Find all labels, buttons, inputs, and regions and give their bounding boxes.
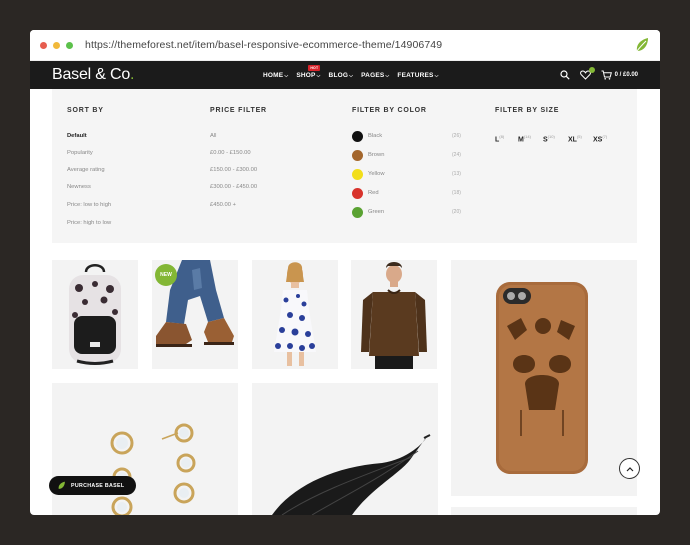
product-next-row[interactable]	[451, 507, 637, 515]
search-icon[interactable]	[560, 70, 570, 80]
size-option-s[interactable]: S(10)	[543, 134, 555, 143]
price-filter-title: PRICE FILTER	[210, 107, 267, 114]
sort-option-rating[interactable]: Average rating	[67, 167, 105, 173]
chevron-down-icon: ⌵	[316, 72, 321, 79]
purchase-basel-button[interactable]: PURCHASE BASEL	[49, 476, 136, 495]
scroll-to-top-button[interactable]	[619, 458, 640, 479]
size-option-xl[interactable]: XL(5)	[568, 134, 582, 143]
menu-item-home[interactable]: HOME⌵	[263, 72, 288, 79]
menu-label: HOME	[263, 71, 284, 79]
sort-option-price-low[interactable]: Price: low to high	[67, 202, 111, 208]
menu-label: FEATURES	[397, 71, 434, 79]
envato-leaf-icon	[636, 38, 648, 52]
close-dot-icon[interactable]	[40, 41, 47, 49]
backpack-image	[52, 260, 138, 369]
logo-text: Basel & Co	[52, 66, 131, 83]
hot-badge: HOT	[308, 64, 321, 71]
cart-icon[interactable]: 0 / £0.00	[601, 70, 638, 80]
size-option-m[interactable]: M(14)	[518, 134, 531, 143]
earrings-image	[52, 383, 238, 515]
color-option-label[interactable]: Brown	[368, 152, 384, 158]
dress-image	[252, 260, 338, 369]
size-filter-title: FILTER BY SIZE	[495, 107, 560, 114]
address-bar[interactable]: https://themeforest.net/item/basel-respo…	[85, 39, 442, 51]
size-option-xs[interactable]: XS(7)	[593, 134, 607, 143]
minimize-dot-icon[interactable]	[53, 41, 60, 49]
color-option-label[interactable]: Yellow	[368, 171, 385, 177]
phone-case-image	[451, 260, 637, 496]
size-count: (10)	[547, 134, 555, 139]
price-option[interactable]: £150.00 - £300.00	[210, 167, 257, 173]
color-swatch-brown[interactable]	[352, 150, 363, 161]
header-actions: 0 / £0.00	[550, 61, 638, 89]
chevron-down-icon: ⌵	[434, 72, 439, 79]
purchase-label: PURCHASE BASEL	[71, 482, 125, 489]
main-menu: HOME⌵ HOT SHOP⌵ BLOG⌵ PAGES⌵ FEATURES⌵	[263, 61, 447, 89]
price-option[interactable]: £450.00 +	[210, 202, 236, 208]
menu-item-features[interactable]: FEATURES⌵	[397, 72, 438, 79]
site-header: Basel & Co. HOME⌵ HOT SHOP⌵ BLOG⌵ PAGES⌵ …	[30, 61, 660, 89]
menu-label: BLOG	[328, 71, 349, 79]
color-swatch-red[interactable]	[352, 188, 363, 199]
sort-option-price-high[interactable]: Price: high to low	[67, 220, 111, 226]
menu-label: SHOP	[296, 71, 316, 79]
color-filter-title: FILTER BY COLOR	[352, 107, 427, 114]
color-swatch-black[interactable]	[352, 131, 363, 142]
color-count: (20)	[452, 209, 461, 215]
logo-dot: .	[130, 66, 135, 83]
color-count: (24)	[452, 152, 461, 158]
browser-chrome: https://themeforest.net/item/basel-respo…	[30, 30, 660, 61]
chevron-down-icon: ⌵	[349, 72, 354, 79]
maximize-dot-icon[interactable]	[66, 41, 73, 49]
sort-by-title: SORT BY	[67, 107, 104, 114]
cart-total[interactable]: 0 / £0.00	[615, 72, 638, 78]
product-wooden-phone-case[interactable]	[451, 260, 637, 496]
chevron-down-icon: ⌵	[385, 72, 390, 79]
size-count: (5)	[576, 134, 582, 139]
size-count: (14)	[523, 134, 531, 139]
sort-option-default[interactable]: Default	[67, 133, 87, 139]
color-option-label[interactable]: Red	[368, 190, 379, 196]
size-option-l[interactable]: L(8)	[495, 134, 504, 143]
chevron-down-icon: ⌵	[284, 72, 289, 79]
sort-option-popularity[interactable]: Popularity	[67, 150, 93, 156]
umbrella-image	[252, 383, 438, 515]
product-crystal-earrings[interactable]	[52, 383, 238, 515]
color-count: (26)	[452, 133, 461, 139]
product-backpack[interactable]	[52, 260, 138, 369]
new-badge: NEW	[155, 264, 177, 286]
color-swatch-yellow[interactable]	[352, 169, 363, 180]
product-brown-sweater[interactable]	[351, 260, 437, 369]
wishlist-count-badge	[588, 67, 595, 73]
sweater-image	[351, 260, 437, 369]
color-option-label[interactable]: Green	[368, 209, 384, 215]
size-label: XL	[568, 136, 577, 144]
menu-item-shop[interactable]: HOT SHOP⌵	[296, 64, 321, 79]
color-count: (18)	[452, 190, 461, 196]
size-count: (8)	[499, 134, 505, 139]
site-logo[interactable]: Basel & Co.	[52, 66, 135, 84]
sort-option-newness[interactable]: Newness	[67, 184, 91, 190]
price-option-all[interactable]: All	[210, 133, 216, 139]
color-swatch-green[interactable]	[352, 207, 363, 218]
menu-item-pages[interactable]: PAGES⌵	[361, 72, 389, 79]
color-count: (13)	[452, 171, 461, 177]
product-floral-dress[interactable]	[252, 260, 338, 369]
color-option-label[interactable]: Black	[368, 133, 382, 139]
size-count: (7)	[602, 134, 608, 139]
price-option[interactable]: £300.00 - £450.00	[210, 184, 257, 190]
menu-label: PAGES	[361, 71, 385, 79]
size-label: XS	[593, 136, 603, 144]
filters-panel: SORT BY Default Popularity Average ratin…	[52, 89, 637, 243]
chevron-up-icon	[626, 466, 633, 471]
browser-window: https://themeforest.net/item/basel-respo…	[30, 30, 660, 515]
envato-leaf-icon	[58, 481, 65, 489]
heart-icon[interactable]	[579, 67, 595, 80]
menu-item-blog[interactable]: BLOG⌵	[329, 72, 354, 79]
price-option[interactable]: £0.00 - £150.00	[210, 150, 251, 156]
product-brown-shoes[interactable]: NEW	[152, 260, 238, 369]
product-black-umbrella[interactable]	[252, 383, 438, 515]
